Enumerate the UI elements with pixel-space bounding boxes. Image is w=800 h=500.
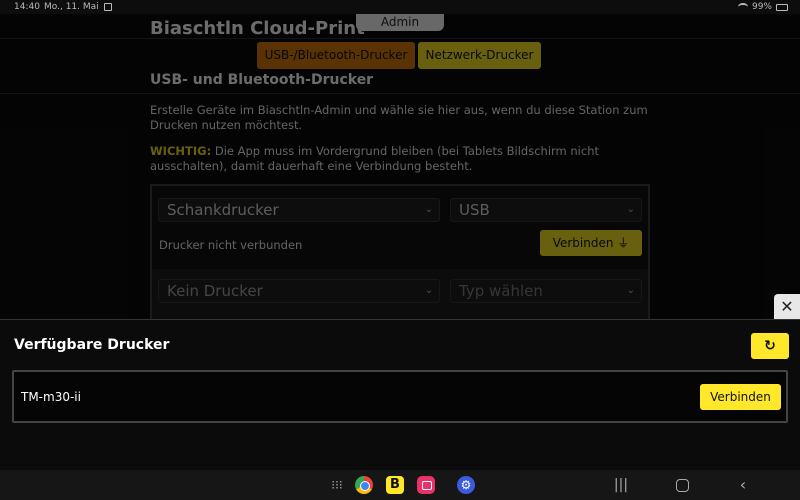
- biaschtln-app-icon[interactable]: B: [386, 476, 404, 494]
- image-icon: [104, 3, 112, 11]
- status-date: Mo., 11. Mai: [44, 2, 99, 12]
- type-select-value: USB: [459, 201, 490, 219]
- status-time: 14:40: [14, 2, 40, 12]
- divider: [0, 93, 800, 94]
- printer-config-box: Schankdrucker ⌄ USB ⌄ Drucker nicht verb…: [150, 184, 650, 319]
- printer-list-item: TM-m30-ii Verbinden: [12, 370, 788, 423]
- app-title: Biaschtln Cloud-Print: [150, 18, 365, 39]
- tab-usb-bluetooth[interactable]: USB-/Bluetooth-Drucker: [257, 42, 415, 69]
- recent-apps-icon[interactable]: |||: [612, 476, 630, 494]
- app-background: Biaschtln Cloud-Print Admin USB-/Bluetoo…: [0, 14, 800, 319]
- home-icon[interactable]: [673, 476, 691, 494]
- tab-network[interactable]: Netzwerk-Drucker: [418, 42, 541, 69]
- connect-printer-button[interactable]: Verbinden: [700, 384, 781, 410]
- refresh-button[interactable]: ↻: [751, 333, 789, 359]
- device-select[interactable]: Schankdrucker ⌄: [158, 198, 440, 222]
- chevron-down-icon: ⌄: [424, 204, 433, 215]
- connect-usb-button[interactable]: Verbinden ⏚: [540, 230, 642, 256]
- chevron-down-icon: ⌄: [424, 285, 433, 296]
- settings-icon[interactable]: ⚙: [457, 476, 475, 494]
- type-select-2-value: Typ wählen: [459, 282, 543, 300]
- available-printers-sheet: Verfügbare Drucker ↻ TM-m30-ii Verbinden: [0, 319, 800, 470]
- type-select[interactable]: USB ⌄: [450, 198, 642, 222]
- connection-status: Drucker nicht verbunden: [159, 238, 303, 252]
- status-right: 99%: [737, 2, 788, 12]
- admin-button[interactable]: Admin: [356, 14, 444, 31]
- device-select-value: Schankdrucker: [167, 201, 279, 219]
- chevron-down-icon: ⌄: [626, 285, 635, 296]
- wifi-icon: [737, 3, 748, 11]
- device-select-2-value: Kein Drucker: [167, 282, 263, 300]
- chevron-down-icon: ⌄: [626, 204, 635, 215]
- printer-name: TM-m30-ii: [21, 390, 81, 404]
- close-icon: ✕: [780, 297, 794, 316]
- camera-icon[interactable]: [417, 476, 435, 494]
- navigation-bar: ⁝⁝⁝ B ⚙ ||| ‹: [0, 470, 800, 500]
- section-title: USB- und Bluetooth-Drucker: [150, 72, 374, 88]
- warning-text: WICHTIG: Die App muss im Vordergrund ble…: [150, 144, 650, 174]
- warning-label: WICHTIG:: [150, 144, 212, 158]
- printer-row-2: Kein Drucker ⌄ Typ wählen ⌄: [152, 269, 648, 319]
- sheet-title: Verfügbare Drucker: [14, 337, 170, 353]
- battery-level: 99%: [751, 2, 772, 12]
- status-bar: 14:40 Mo., 11. Mai 99%: [0, 0, 800, 14]
- divider: [0, 38, 800, 39]
- battery-icon: [776, 3, 788, 11]
- back-icon[interactable]: ‹: [734, 476, 752, 494]
- device-select-2[interactable]: Kein Drucker ⌄: [158, 279, 440, 303]
- refresh-icon: ↻: [764, 338, 776, 354]
- warning-body: Die App muss im Vordergrund bleiben (bei…: [150, 144, 599, 173]
- type-select-2[interactable]: Typ wählen ⌄: [450, 279, 642, 303]
- description-text: Erstelle Geräte im Biaschtln-Admin und w…: [150, 103, 648, 132]
- apps-grid-icon[interactable]: ⁝⁝⁝: [328, 476, 346, 494]
- close-sheet-button[interactable]: ✕: [774, 294, 800, 319]
- chrome-icon[interactable]: [355, 476, 373, 494]
